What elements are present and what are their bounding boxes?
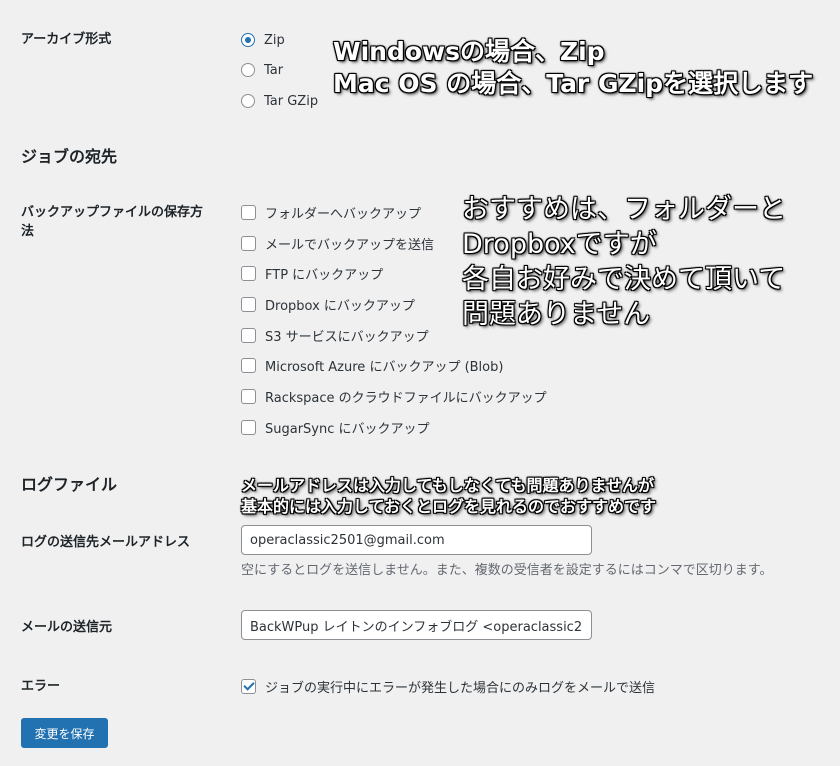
checkbox-folder[interactable]	[241, 204, 256, 220]
checkbox-label: フォルダーへバックアップ	[265, 206, 422, 222]
annotation-line: Mac OS の場合、Tar GZipを選択します	[333, 69, 814, 98]
backup-destination-label: バックアップファイルの保存方 法	[21, 203, 203, 241]
mail-sender-label: メールの送信元	[21, 620, 113, 635]
checkbox-label: Microsoft Azure にバックアップ (Blob)	[265, 359, 504, 375]
log-email-label: ログの送信先メールアドレス	[21, 535, 191, 550]
annotation-line: 基本的には入力しておくとログを見れるのでおすすめです	[241, 497, 657, 516]
annotation-line: 各自お好みで決めて頂いて	[462, 264, 786, 295]
radio-zip[interactable]	[241, 33, 255, 47]
dest-option-folder[interactable]: フォルダーへバックアップ	[241, 202, 421, 222]
dest-option-sugarsync[interactable]: SugarSync にバックアップ	[241, 417, 430, 437]
annotation-line: おすすめは、フォルダーと	[462, 194, 786, 225]
checkbox-email[interactable]	[241, 235, 256, 251]
dest-option-s3[interactable]: S3 サービスにバックアップ	[241, 325, 429, 345]
dest-option-ftp[interactable]: FTP にバックアップ	[241, 263, 383, 283]
checkbox-label: S3 サービスにバックアップ	[265, 329, 429, 345]
checkbox-label: FTP にバックアップ	[265, 267, 384, 283]
annotation-line: Dropboxですが	[462, 229, 657, 260]
checkbox-label: SugarSync にバックアップ	[265, 421, 430, 437]
dest-option-rackspace[interactable]: Rackspace のクラウドファイルにバックアップ	[241, 386, 547, 406]
label-line: 法	[21, 224, 35, 239]
checkbox-dropbox[interactable]	[241, 296, 256, 312]
checkbox-rackspace[interactable]	[241, 388, 256, 404]
checkbox-s3[interactable]	[241, 327, 256, 343]
checkbox-label: ジョブの実行中にエラーが発生した場合にのみログをメールで送信	[265, 680, 656, 696]
checkbox-label: メールでバックアップを送信	[265, 237, 435, 253]
error-option[interactable]: ジョブの実行中にエラーが発生した場合にのみログをメールで送信	[241, 676, 655, 696]
dest-option-email[interactable]: メールでバックアップを送信	[241, 233, 434, 253]
checkbox-azure[interactable]	[241, 357, 256, 373]
checkbox-label: Dropbox にバックアップ	[265, 298, 415, 314]
dest-option-azure[interactable]: Microsoft Azure にバックアップ (Blob)	[241, 355, 503, 375]
log-file-title: ログファイル	[21, 475, 118, 494]
label-line: バックアップファイルの保存方	[21, 205, 204, 220]
checkbox-ftp[interactable]	[241, 265, 256, 281]
dest-option-dropbox[interactable]: Dropbox にバックアップ	[241, 294, 415, 314]
email-annotation: メールアドレスは入力してもしなくても問題ありませんが 基本的には入力しておくとロ…	[241, 475, 656, 517]
radio-tar-gzip[interactable]	[241, 94, 255, 108]
radio-option-tar-gzip[interactable]: Tar GZip	[241, 91, 318, 111]
mail-sender-input[interactable]	[241, 610, 592, 640]
checkbox-label: Rackspace のクラウドファイルにバックアップ	[265, 390, 547, 406]
error-label: エラー	[21, 679, 61, 694]
save-changes-button[interactable]: 変更を保存	[21, 718, 108, 748]
radio-tar[interactable]	[241, 63, 255, 77]
job-destination-title: ジョブの宛先	[21, 147, 118, 166]
radio-label: Tar	[264, 62, 284, 78]
log-email-description: 空にするとログを送信しません。また、複数の受信者を設定するにはコンマで区切ります…	[241, 563, 773, 578]
annotation-line: 問題ありません	[462, 299, 651, 330]
archive-format-label: アーカイブ形式	[21, 32, 112, 47]
radio-label: Zip	[264, 32, 285, 48]
destination-annotation: おすすめは、フォルダーと Dropboxですが 各自お好みで決めて頂いて 問題あ…	[462, 192, 786, 332]
checkbox-sugarsync[interactable]	[241, 419, 256, 435]
annotation-line: メールアドレスは入力してもしなくても問題ありませんが	[241, 476, 654, 495]
checkbox-error-only[interactable]	[241, 678, 256, 694]
radio-option-zip[interactable]: Zip	[241, 30, 285, 50]
archive-annotation: Windowsの場合、Zip Mac OS の場合、Tar GZipを選択します	[333, 36, 813, 100]
log-email-input[interactable]	[241, 525, 592, 555]
radio-option-tar[interactable]: Tar	[241, 60, 283, 80]
annotation-line: Windowsの場合、Zip	[333, 37, 605, 66]
radio-label: Tar GZip	[264, 93, 319, 109]
